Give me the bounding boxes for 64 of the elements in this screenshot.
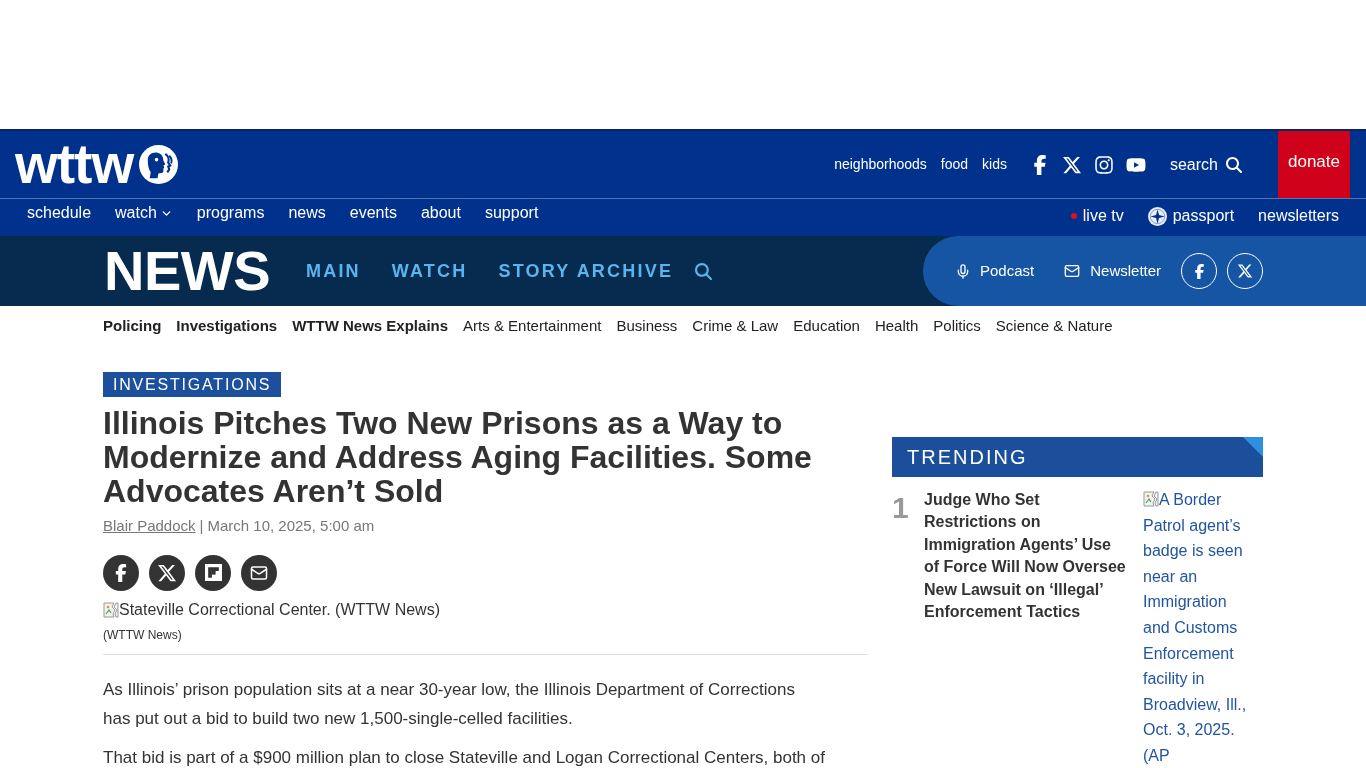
image-credit: (WTTW News) <box>103 626 183 644</box>
search-link[interactable]: search <box>1169 152 1242 177</box>
share-facebook-button[interactable] <box>103 554 139 591</box>
x-logo-icon <box>1237 263 1254 279</box>
news-action-link[interactable]: Podcast <box>955 259 1035 283</box>
envelope-icon <box>248 563 270 582</box>
nav-link[interactable]: schedule <box>27 201 92 225</box>
broken-image-icon <box>103 601 119 618</box>
envelope-icon <box>1063 263 1082 279</box>
utility-link[interactable]: newsletters <box>1258 204 1339 228</box>
article-paragraph: That bid is part of a $900 million plan to close Stateville and Logan Correctional Centers, both of <box>103 748 826 767</box>
microphone-icon <box>955 261 971 281</box>
nav-link[interactable]: about <box>420 201 461 225</box>
compass-icon <box>1147 206 1167 226</box>
x-logo-icon <box>157 562 177 583</box>
category-link[interactable]: Investigations <box>176 314 278 338</box>
nav-link[interactable]: news <box>288 201 326 225</box>
news-nav-link[interactable]: WATCH <box>391 257 468 285</box>
share-x-button[interactable] <box>149 554 185 591</box>
category-link[interactable]: Science & Nature <box>995 314 1113 338</box>
square-logo-icon <box>204 564 222 581</box>
site-logo[interactable]: wttw <box>15 137 134 192</box>
article-headline: Illinois Pitches Two New Prisons as a Way to Modernize and Address Aging Facilities. Some Advocates Aren’t Sold <box>103 406 813 508</box>
category-link[interactable]: Crime & Law <box>692 314 779 338</box>
utility-link[interactable]: live tv <box>1070 204 1124 228</box>
section-tag[interactable]: INVESTIGATIONS <box>103 372 282 397</box>
instagram-icon[interactable] <box>1093 154 1114 175</box>
trending-title: TRENDING <box>907 445 1028 470</box>
share-square-button[interactable] <box>195 554 231 591</box>
category-link[interactable]: Business <box>616 314 678 338</box>
news-logo[interactable]: NEWS <box>104 243 270 299</box>
category-link[interactable]: Health <box>874 314 919 338</box>
head-profile-logo <box>139 145 179 184</box>
news-nav-link[interactable]: STORY ARCHIVE <box>498 257 674 285</box>
broken-image-icon <box>1143 491 1159 507</box>
category-link[interactable]: Politics <box>933 314 981 338</box>
thumbnail-link[interactable]: A Border Patrol agent’s badge is seen near an Immigration and Customs Enforcement facility in Broadview, Ill., Oct. 3, 2025. (AP <box>1143 487 1255 768</box>
utility-link[interactable]: passport <box>1147 204 1235 228</box>
search-icon <box>1226 156 1242 173</box>
category-link[interactable]: Policing <box>103 314 162 338</box>
category-link[interactable]: Education <box>793 314 860 338</box>
image-alt-text: Stateville Correctional Center. (WTTW News) <box>119 599 440 620</box>
trending-headline[interactable]: Judge Who Set Restrictions on Immigration Agents’ Use of Force Will Now Oversee New Lawsuit on ‘Illegal’ Enforcement Tactics <box>924 489 1130 624</box>
corner-triangle-icon <box>1243 437 1263 457</box>
x-logo-icon[interactable] <box>1061 154 1082 175</box>
category-link[interactable]: Arts & Entertainment <box>463 314 602 338</box>
trending-rank: 1 <box>892 490 910 523</box>
search-icon[interactable] <box>695 262 713 280</box>
article-paragraph: As Illinois’ prison population sits at a near 30-year low, the Illinois Department of Corrections has put out a bid to build two new 1,500-single-celled facilities. <box>103 678 796 730</box>
nav-link[interactable]: support <box>484 201 539 225</box>
news-nav-link[interactable]: MAIN <box>306 257 361 285</box>
news-action-link[interactable]: Newsletter <box>1063 259 1162 283</box>
author-link[interactable]: Blair Paddock <box>103 515 196 538</box>
category-link[interactable]: WTTW News Explains <box>292 314 449 338</box>
nav-link[interactable]: programs <box>196 201 265 225</box>
nav-link[interactable]: watch <box>115 201 173 225</box>
top-link[interactable]: food <box>940 154 969 175</box>
share-email-button[interactable] <box>241 554 277 591</box>
publish-date: March 10, 2025, 5:00 am <box>207 516 375 536</box>
top-link[interactable]: kids <box>982 154 1007 175</box>
top-link[interactable]: neighborhoods <box>834 154 927 175</box>
donate-button[interactable]: donate <box>1278 131 1350 198</box>
nav-link[interactable]: events <box>349 201 397 225</box>
byline-separator: | <box>199 516 204 536</box>
